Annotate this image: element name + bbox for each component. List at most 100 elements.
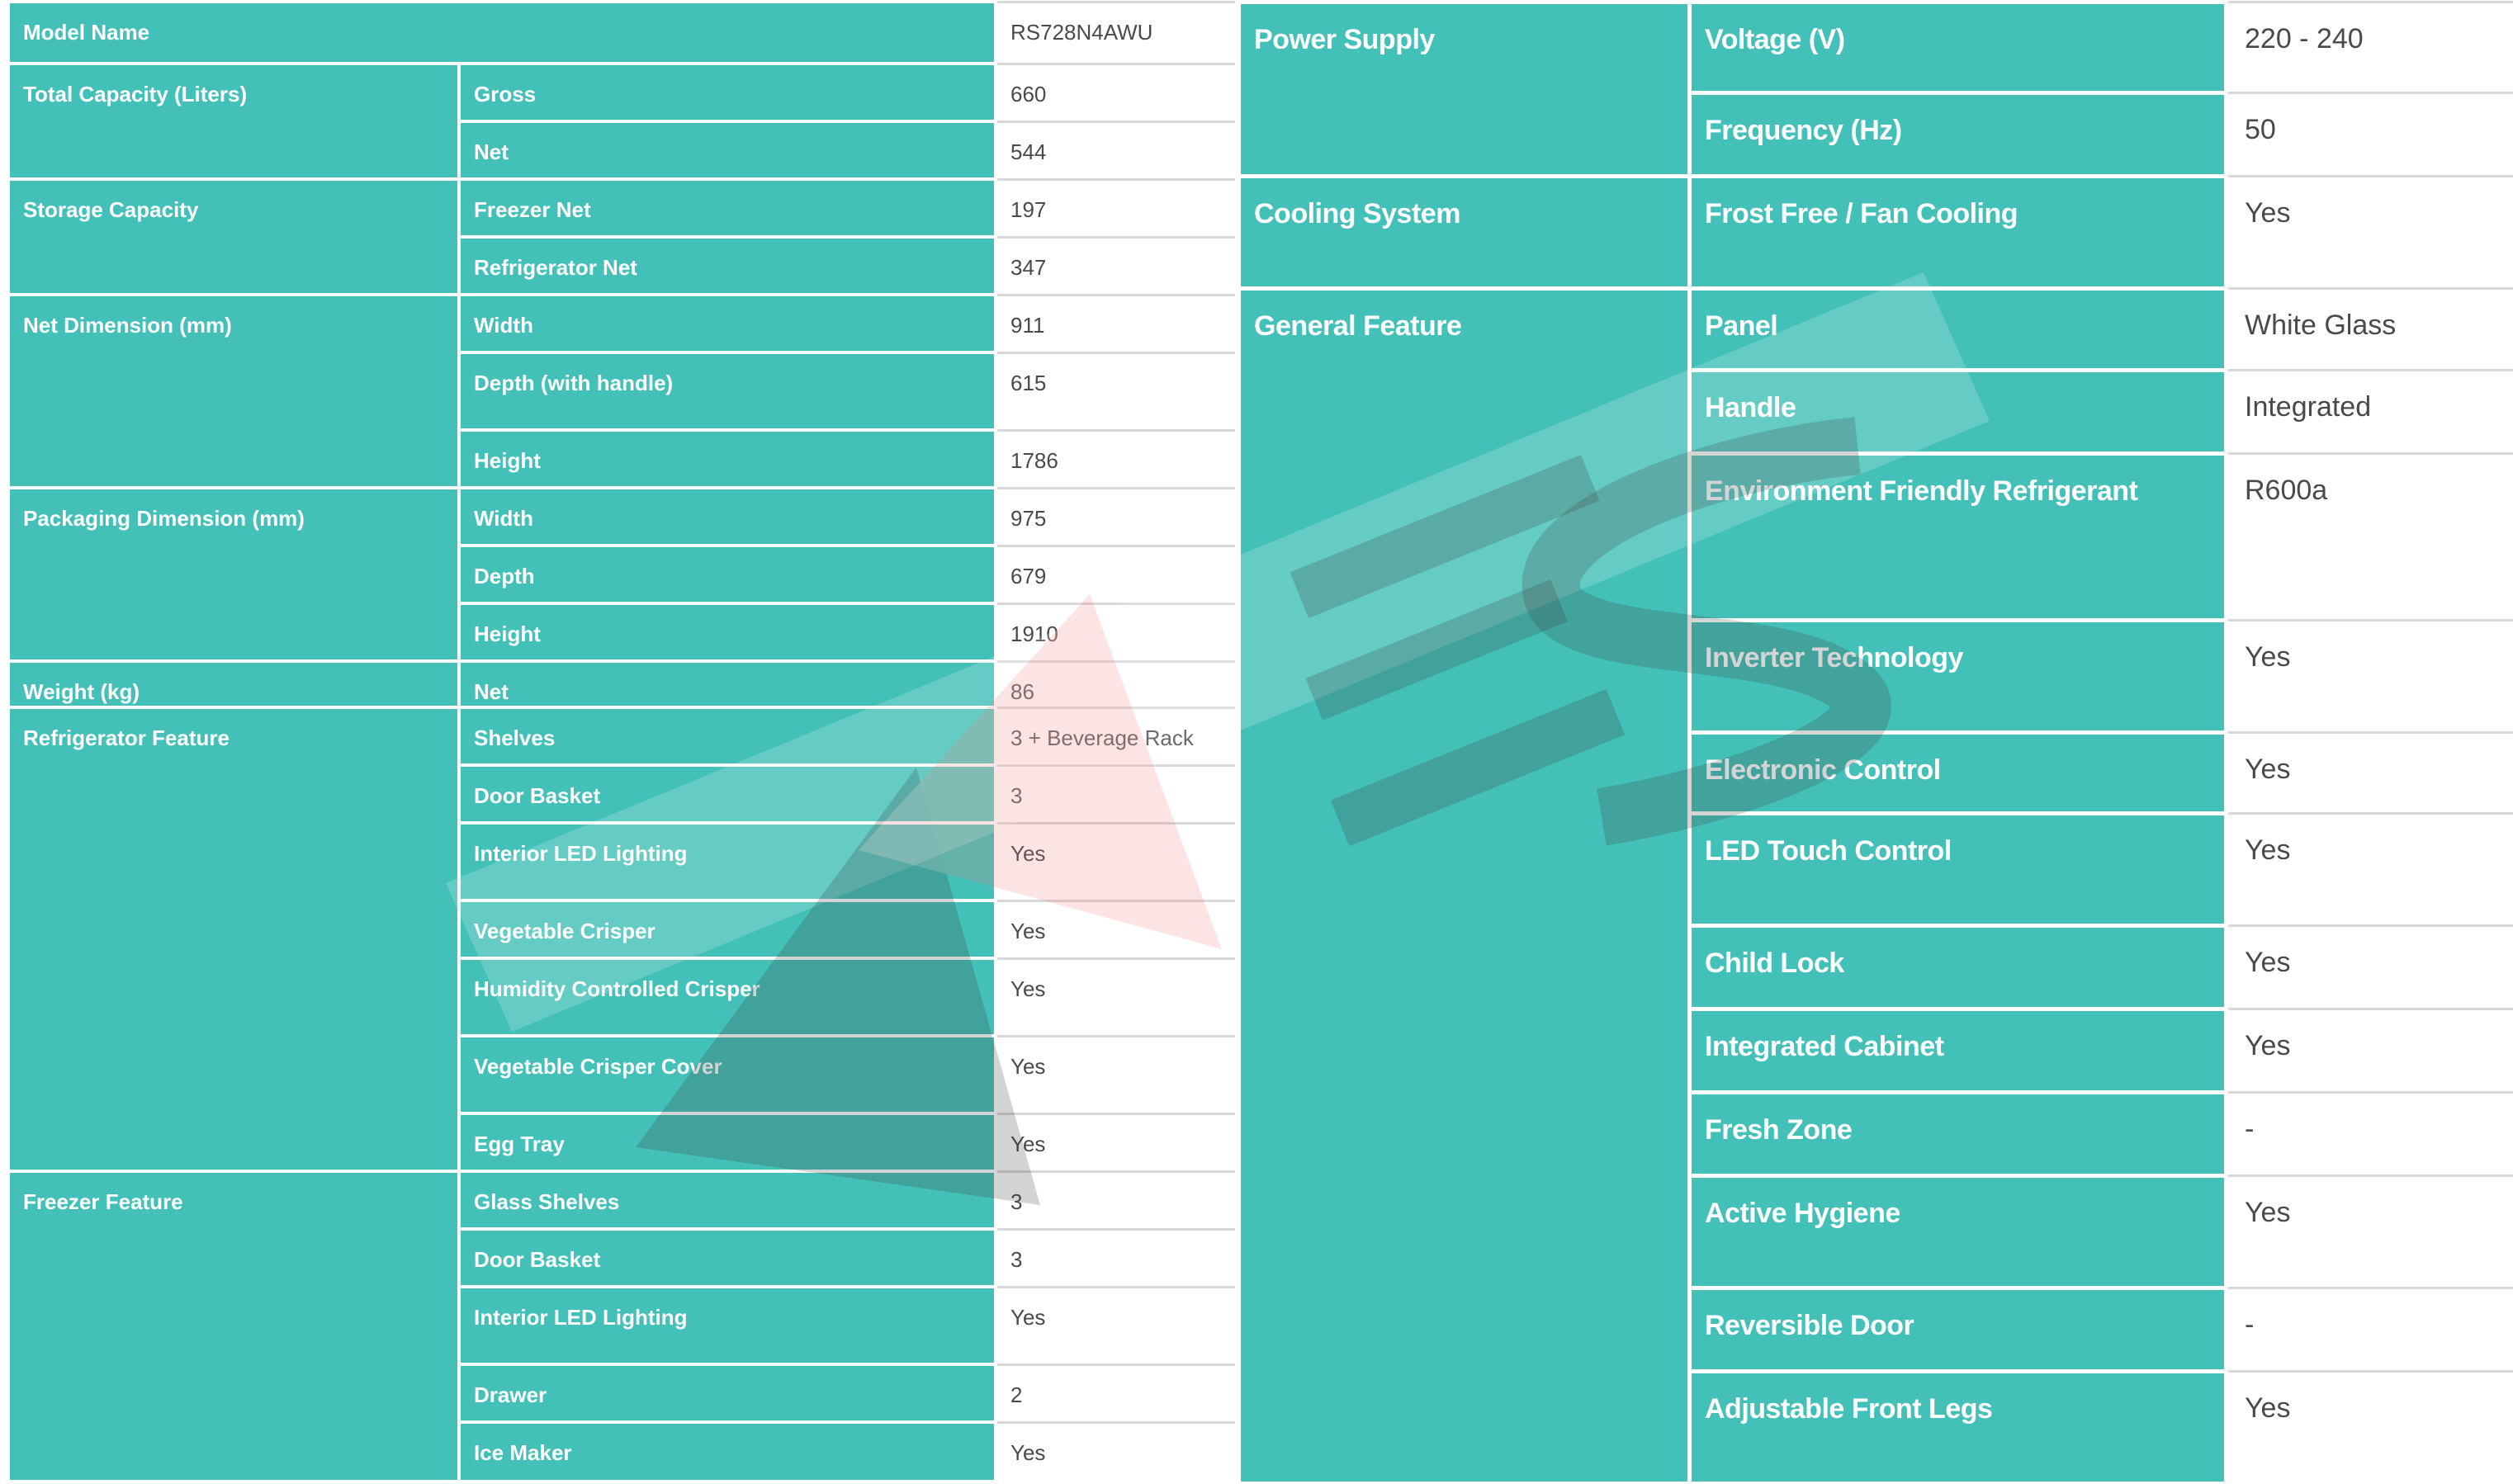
value-cell: 220 - 240 (2224, 1, 2513, 93)
value-cell: Yes (2224, 1370, 2513, 1482)
attribute-cell: Child Lock (1687, 924, 2227, 1009)
value-cell: 347 (994, 235, 1235, 295)
value-cell: Yes (2224, 1174, 2513, 1288)
attribute-cell: Panel (1687, 286, 2227, 371)
attribute-cell: Net (457, 659, 996, 707)
value-cell: Yes (2224, 1008, 2513, 1093)
value-cell: 615 (994, 351, 1235, 430)
attribute-cell: Door Basket (457, 1227, 996, 1287)
value-cell: RS728N4AWU (994, 0, 1235, 64)
attribute-cell: Interior LED Lighting (457, 821, 996, 900)
value-cell: Yes (994, 1420, 1235, 1480)
value-cell: Yes (994, 899, 1235, 958)
category-cell: Freezer Feature (7, 1170, 459, 1480)
value-cell: R600a (2224, 452, 2513, 621)
attribute-cell: Active Hygiene (1687, 1174, 2227, 1288)
attribute-cell: Inverter Technology (1687, 618, 2227, 733)
attribute-cell: Handle (1687, 368, 2227, 454)
table-row: Net Dimension (mm) Width 911 (7, 293, 1235, 488)
value-cell: 3 (994, 763, 1235, 823)
table-row: General Feature Panel White Glass (1237, 286, 2513, 1482)
value-cell: Yes (994, 1112, 1235, 1171)
attribute-cell: Vegetable Crisper Cover (457, 1034, 996, 1113)
attribute-cell: Width (457, 486, 996, 546)
value-cell: 544 (994, 120, 1235, 179)
attribute-cell: Shelves (457, 706, 996, 765)
table-row: Total Capacity (Liters) Gross 660 (7, 62, 1235, 179)
table-row: Freezer Feature Glass Shelves 3 (7, 1170, 1235, 1480)
attribute-cell: Electronic Control (1687, 730, 2227, 814)
table-row: Power Supply Voltage (V) 220 - 240 (1237, 0, 2513, 177)
attribute-cell: Reversible Door (1687, 1286, 2227, 1372)
value-cell: 975 (994, 486, 1235, 546)
attribute-cell: Width (457, 293, 996, 352)
value-cell: 1786 (994, 428, 1235, 488)
value-cell: 679 (994, 544, 1235, 603)
category-cell: Model Name (7, 0, 996, 64)
value-cell: Yes (2224, 924, 2513, 1009)
attribute-cell: Ice Maker (457, 1420, 996, 1480)
value-cell: 660 (994, 62, 1235, 121)
value-cell: 3 (994, 1227, 1235, 1287)
attribute-cell: Glass Shelves (457, 1170, 996, 1229)
value-cell: Integrated (2224, 369, 2513, 454)
value-cell: - (2224, 1287, 2513, 1372)
attribute-cell: Drawer (457, 1363, 996, 1422)
value-cell: Yes (994, 957, 1235, 1036)
value-cell: Yes (2224, 812, 2513, 926)
value-cell: Yes (2224, 731, 2513, 814)
category-cell: Storage Capacity (7, 177, 459, 295)
value-cell: - (2224, 1091, 2513, 1176)
attribute-cell: Freezer Net (457, 177, 996, 237)
value-cell: Yes (994, 1285, 1235, 1364)
attribute-cell: Interior LED Lighting (457, 1285, 996, 1364)
attribute-cell: Gross (457, 62, 996, 121)
value-cell: 3 + Beverage Rack (994, 706, 1235, 765)
table-row: Refrigerator Feature Shelves 3 + Beverag… (7, 706, 1235, 1171)
right-spec-table: Power Supply Voltage (V) 220 - 240 Frequ… (1237, 0, 2513, 1482)
attribute-cell: Depth (with handle) (457, 351, 996, 430)
value-cell: 1910 (994, 602, 1235, 661)
table-row: Storage Capacity Freezer Net 197 (7, 177, 1235, 295)
attribute-cell: Frost Free / Fan Cooling (1687, 174, 2227, 289)
attribute-cell: LED Touch Control (1687, 811, 2227, 926)
attribute-cell: Fresh Zone (1687, 1090, 2227, 1176)
value-cell: 197 (994, 177, 1235, 237)
attribute-cell: Refrigerator Net (457, 235, 996, 295)
value-cell: Yes (994, 821, 1235, 900)
value-cell: 86 (994, 659, 1235, 707)
attribute-cell: Humidity Controlled Crisper (457, 957, 996, 1036)
category-cell: General Feature (1237, 286, 1690, 1482)
attribute-cell: Height (457, 428, 996, 488)
value-cell: White Glass (2224, 287, 2513, 371)
category-cell: Refrigerator Feature (7, 706, 459, 1171)
attribute-cell: Voltage (V) (1687, 0, 2227, 93)
category-cell: Packaging Dimension (mm) (7, 486, 459, 661)
attribute-cell: Door Basket (457, 763, 996, 823)
attribute-cell: Height (457, 602, 996, 661)
value-cell: Yes (2224, 619, 2513, 733)
attribute-cell: Vegetable Crisper (457, 899, 996, 958)
value-cell: 50 (2224, 92, 2513, 177)
table-row: Cooling System Frost Free / Fan Cooling … (1237, 174, 2513, 289)
category-cell: Weight (kg) (7, 659, 459, 707)
value-cell: 911 (994, 293, 1235, 352)
attribute-cell: Egg Tray (457, 1112, 996, 1171)
attribute-cell: Net (457, 120, 996, 179)
category-cell: Total Capacity (Liters) (7, 62, 459, 179)
value-cell: Yes (994, 1034, 1235, 1113)
value-cell: 2 (994, 1363, 1235, 1422)
table-row: Weight (kg) Net 86 (7, 659, 1235, 707)
attribute-cell: Adjustable Front Legs (1687, 1369, 2227, 1482)
attribute-cell: Depth (457, 544, 996, 603)
attribute-cell: Frequency (Hz) (1687, 91, 2227, 177)
left-spec-table: Model Name RS728N4AWU Total Capacity (Li… (7, 0, 1235, 1480)
attribute-cell: Environment Friendly Refrigerant (1687, 451, 2227, 621)
table-row: Model Name RS728N4AWU (7, 0, 1235, 64)
value-cell: Yes (2224, 175, 2513, 289)
category-cell: Net Dimension (mm) (7, 293, 459, 488)
table-row: Packaging Dimension (mm) Width 975 (7, 486, 1235, 661)
category-cell: Cooling System (1237, 174, 1690, 289)
attribute-cell: Integrated Cabinet (1687, 1007, 2227, 1093)
value-cell: 3 (994, 1170, 1235, 1229)
